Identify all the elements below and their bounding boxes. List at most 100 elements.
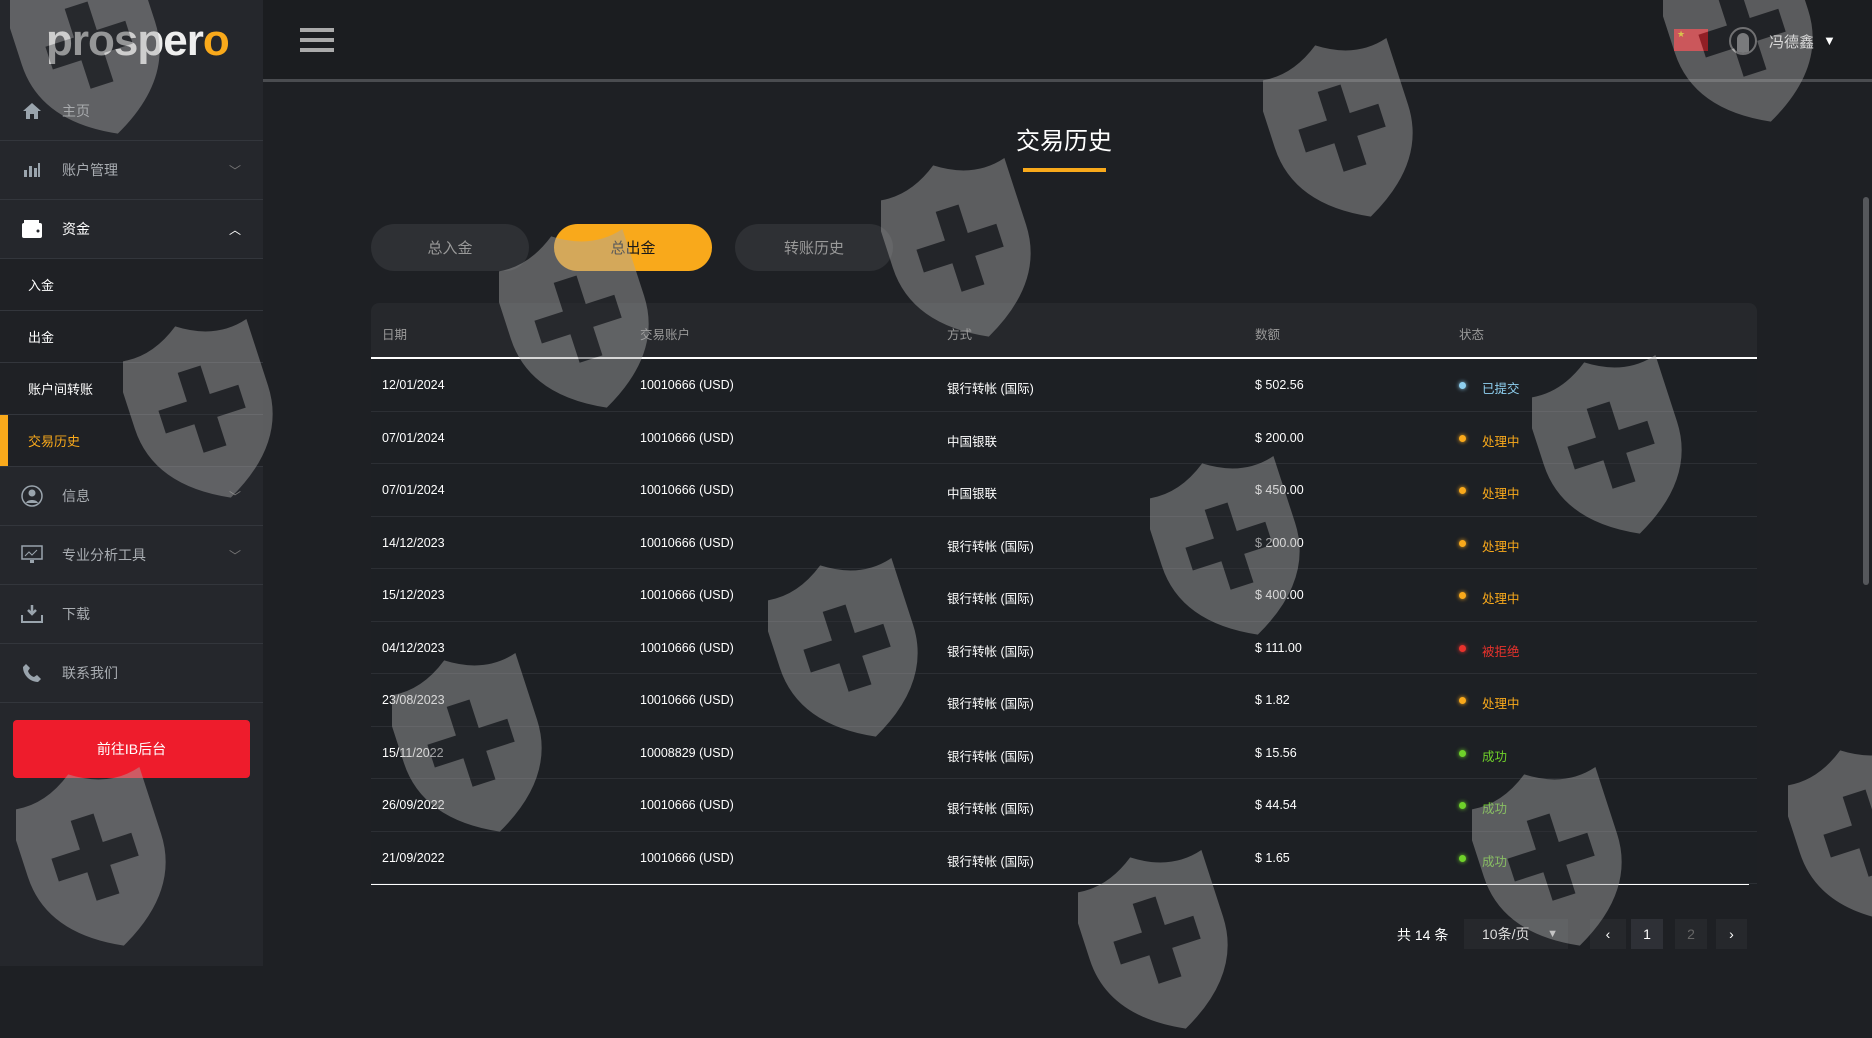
sidebar-subitem-withdraw[interactable]: 出金 xyxy=(0,311,263,363)
tab-total-deposit[interactable]: 总入金 xyxy=(371,224,529,271)
status-dot-icon xyxy=(1459,697,1466,704)
cell-amount: $ 450.00 xyxy=(1255,483,1304,497)
cell-method: 银行转帐 (国际) xyxy=(947,539,1034,554)
caret-down-icon: ▼ xyxy=(1547,928,1558,940)
cell-account: 10010666 (USD) xyxy=(640,535,734,550)
next-page-button[interactable]: › xyxy=(1716,919,1747,949)
prev-page-button[interactable]: ‹ xyxy=(1590,919,1626,949)
column-account: 交易账户 xyxy=(640,328,691,342)
cell-amount: $ 200.00 xyxy=(1255,535,1304,550)
user-icon xyxy=(20,484,44,508)
cell-date: 04/12/2023 xyxy=(382,640,445,655)
table-row: 15/12/2023 10010666 (USD) 银行转帐 (国际) $ 40… xyxy=(371,569,1757,622)
status-badge: 处理中 xyxy=(1482,487,1520,501)
cell-date: 14/12/2023 xyxy=(382,535,445,550)
table-header: 日期 交易账户 方式 数额 状态 xyxy=(371,303,1757,359)
status-badge: 成功 xyxy=(1482,854,1508,869)
top-header: 冯德鑫 ▼ xyxy=(263,0,1872,82)
sidebar-item-download[interactable]: 下载 xyxy=(0,585,263,644)
sidebar-subitem-transfer[interactable]: 账户间转账 xyxy=(0,363,263,415)
status-dot-icon xyxy=(1459,487,1466,494)
tab-total-withdrawal[interactable]: 总出金 xyxy=(554,224,712,271)
table-row: 07/01/2024 10010666 (USD) 中国银联 $ 200.00 … xyxy=(371,412,1757,464)
cell-date: 21/09/2022 xyxy=(382,850,445,865)
cell-method: 中国银联 xyxy=(947,487,998,501)
china-flag-icon[interactable] xyxy=(1674,29,1708,51)
cell-method: 银行转帐 (国际) xyxy=(947,697,1034,711)
caret-down-icon[interactable]: ▼ xyxy=(1823,33,1836,48)
status-dot-icon xyxy=(1459,592,1466,599)
menu-toggle-icon[interactable] xyxy=(300,28,334,52)
cell-date: 23/08/2023 xyxy=(382,693,445,707)
sidebar-item-analysis-tools[interactable]: 专业分析工具 ﹀ xyxy=(0,526,263,585)
sidebar-item-funds[interactable]: 资金 ︿ xyxy=(0,200,263,259)
cell-method: 银行转帐 (国际) xyxy=(947,802,1034,816)
cell-amount: $ 15.56 xyxy=(1255,745,1297,760)
cell-date: 12/01/2024 xyxy=(382,378,445,392)
phone-icon xyxy=(20,661,44,685)
table-row: 04/12/2023 10010666 (USD) 银行转帐 (国际) $ 11… xyxy=(371,622,1757,674)
cell-account: 10010666 (USD) xyxy=(640,378,734,392)
column-status: 状态 xyxy=(1459,328,1485,342)
user-name[interactable]: 冯德鑫 xyxy=(1769,31,1814,52)
cell-method: 银行转帐 (国际) xyxy=(947,749,1034,764)
logo[interactable]: prospero xyxy=(46,16,230,66)
status-badge: 处理中 xyxy=(1482,539,1520,554)
cell-account: 10010666 (USD) xyxy=(640,850,734,865)
table-bottom-line xyxy=(371,884,1749,885)
cell-method: 银行转帐 (国际) xyxy=(947,592,1034,606)
status-badge: 成功 xyxy=(1482,802,1508,816)
chevron-up-icon: ︿ xyxy=(228,222,241,237)
download-icon xyxy=(20,602,44,626)
page-size-select[interactable]: 10条/页 ▼ xyxy=(1464,919,1568,949)
monitor-chart-icon xyxy=(20,543,44,567)
status-badge: 处理中 xyxy=(1482,434,1520,449)
page-title: 交易历史 xyxy=(1016,128,1112,155)
status-dot-icon xyxy=(1459,854,1466,862)
total-count: 共 14 条 xyxy=(1397,927,1449,943)
cell-method: 银行转帐 (国际) xyxy=(947,382,1034,396)
chevron-down-icon: ﹀ xyxy=(228,163,241,178)
cell-method: 银行转帐 (国际) xyxy=(947,854,1034,869)
sidebar: prospero 主页 账户管理 ﹀ 资金 ︿ 入金 出金 账户间转账 交易历史 信… xyxy=(0,0,263,966)
cell-account: 10010666 (USD) xyxy=(640,640,734,655)
status-badge: 成功 xyxy=(1482,749,1508,764)
chevron-down-icon: ﹀ xyxy=(228,548,241,563)
cell-date: 07/01/2024 xyxy=(382,430,445,445)
sidebar-item-contact[interactable]: 联系我们 xyxy=(0,644,263,703)
sidebar-item-account-management[interactable]: 账户管理 ﹀ xyxy=(0,141,263,200)
title-underline xyxy=(1023,168,1106,172)
cell-date: 15/11/2022 xyxy=(382,745,444,760)
table-row: 21/09/2022 10010666 (USD) 银行转帐 (国际) $ 1.… xyxy=(371,832,1757,884)
sidebar-subitem-deposit[interactable]: 入金 xyxy=(0,259,263,311)
cell-amount: $ 400.00 xyxy=(1255,588,1304,602)
avatar[interactable] xyxy=(1729,27,1757,55)
sidebar-subitem-history[interactable]: 交易历史 xyxy=(0,415,263,467)
bar-chart-icon xyxy=(20,158,44,182)
cell-date: 26/09/2022 xyxy=(382,798,445,812)
column-method: 方式 xyxy=(947,328,973,342)
sidebar-item-home[interactable]: 主页 xyxy=(0,82,263,141)
cell-amount: $ 502.56 xyxy=(1255,378,1304,392)
tab-transfer-history[interactable]: 转账历史 xyxy=(735,224,893,271)
cell-method: 中国银联 xyxy=(947,434,998,449)
table-row: 12/01/2024 10010666 (USD) 银行转帐 (国际) $ 50… xyxy=(371,359,1757,412)
transaction-table: 日期 交易账户 方式 数额 状态 12/01/2024 10010666 (US… xyxy=(371,303,1757,886)
status-dot-icon xyxy=(1459,749,1466,757)
ib-backend-button[interactable]: 前往IB后台 xyxy=(13,720,250,778)
scrollbar[interactable] xyxy=(1863,197,1869,585)
table-row: 26/09/2022 10010666 (USD) 银行转帐 (国际) $ 44… xyxy=(371,779,1757,832)
table-body: 12/01/2024 10010666 (USD) 银行转帐 (国际) $ 50… xyxy=(371,359,1757,884)
chevron-down-icon: ﹀ xyxy=(228,489,241,504)
status-dot-icon xyxy=(1459,539,1466,547)
cell-method: 银行转帐 (国际) xyxy=(947,644,1034,659)
page-2-button[interactable]: 2 xyxy=(1675,919,1707,949)
sidebar-nav: 主页 账户管理 ﹀ 资金 ︿ 入金 出金 账户间转账 交易历史 信息 ﹀ 专业分析工具… xyxy=(0,82,263,703)
table-row: 15/11/2022 10008829 (USD) 银行转帐 (国际) $ 15… xyxy=(371,727,1757,779)
status-badge: 已提交 xyxy=(1482,382,1520,396)
status-dot-icon xyxy=(1459,434,1466,442)
page-1-button[interactable]: 1 xyxy=(1631,919,1663,949)
cell-amount: $ 44.54 xyxy=(1255,798,1297,812)
cell-amount: $ 200.00 xyxy=(1255,430,1304,445)
sidebar-item-info[interactable]: 信息 ﹀ xyxy=(0,467,263,526)
